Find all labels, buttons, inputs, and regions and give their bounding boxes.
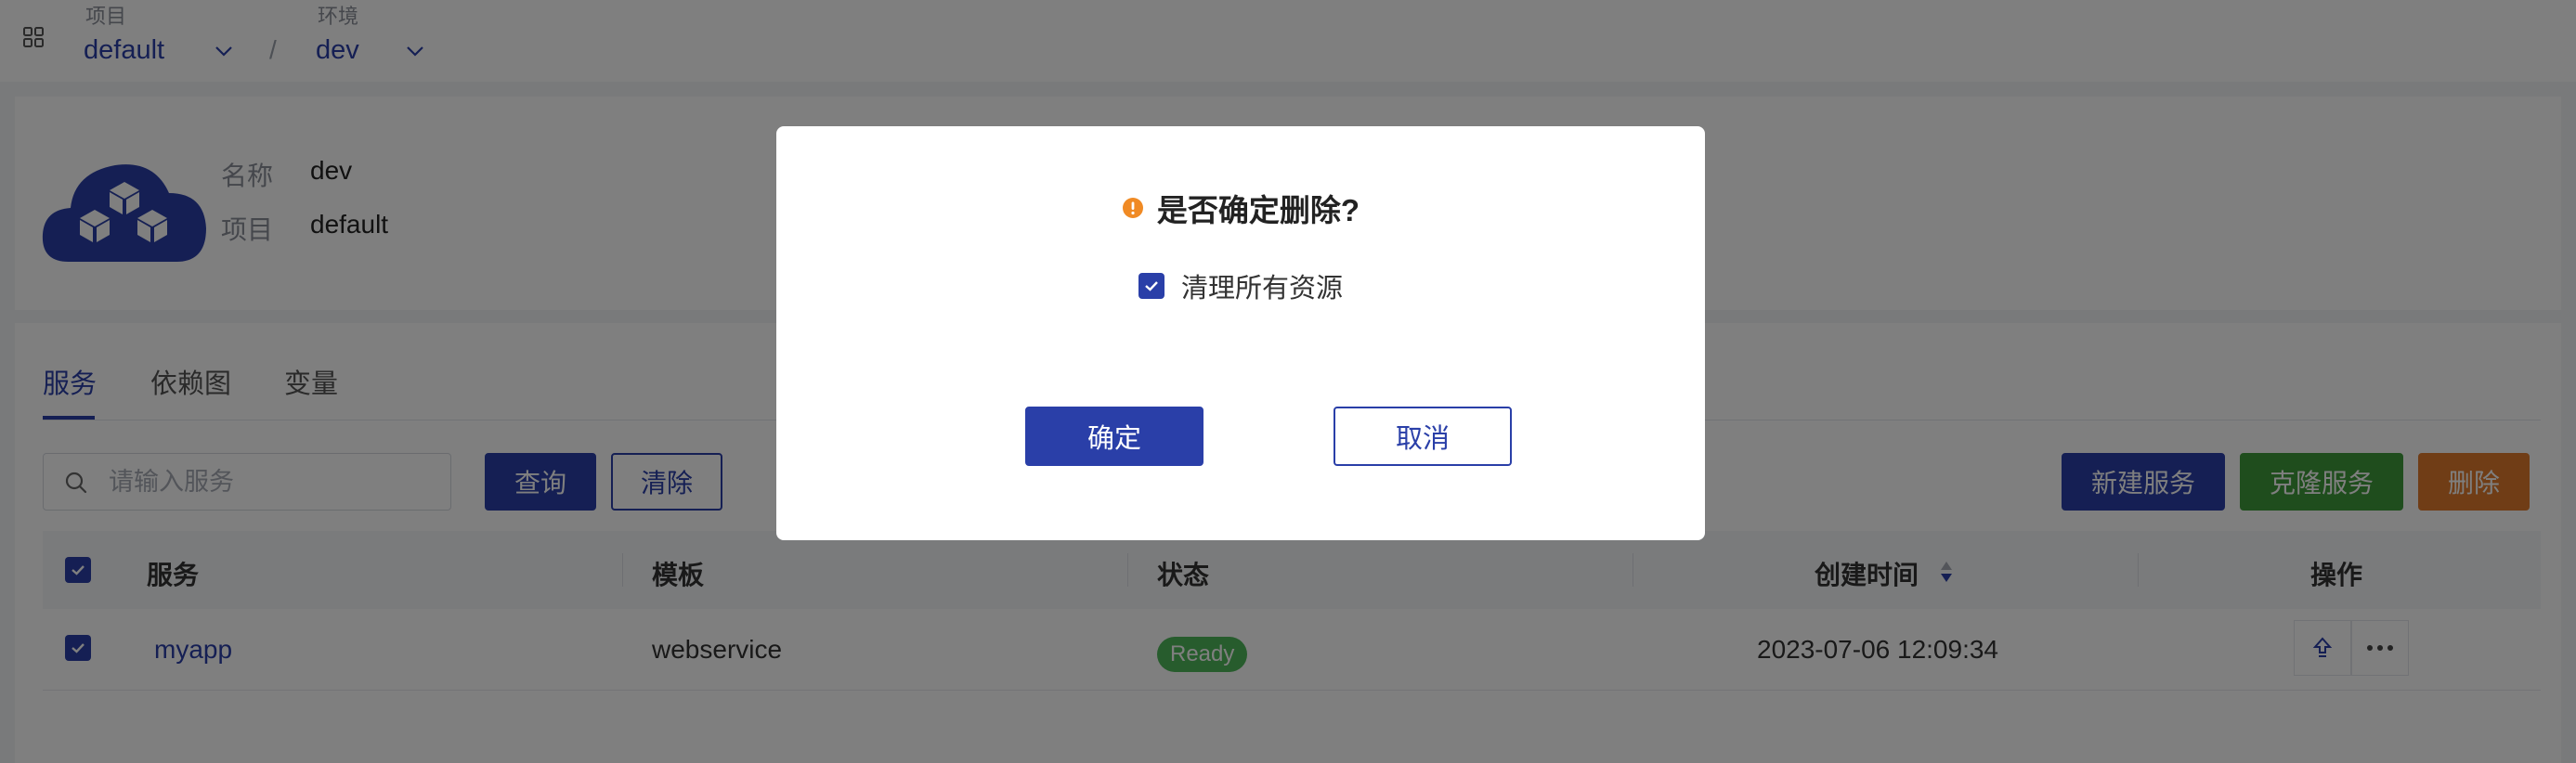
cleanup-resources-checkbox[interactable] [1138, 273, 1164, 299]
cleanup-resources-option[interactable]: 清理所有资源 [776, 267, 1705, 304]
dialog-header: 是否确定删除? [776, 188, 1705, 228]
confirm-button[interactable]: 确定 [1025, 407, 1203, 466]
delete-confirm-dialog: 是否确定删除? 清理所有资源 确定 取消 [776, 126, 1705, 540]
cleanup-resources-label[interactable]: 清理所有资源 [1181, 266, 1343, 305]
cancel-button[interactable]: 取消 [1334, 407, 1512, 466]
dialog-title: 是否确定删除? [1156, 193, 1360, 227]
warning-icon [1122, 198, 1143, 218]
check-icon [1145, 281, 1158, 291]
